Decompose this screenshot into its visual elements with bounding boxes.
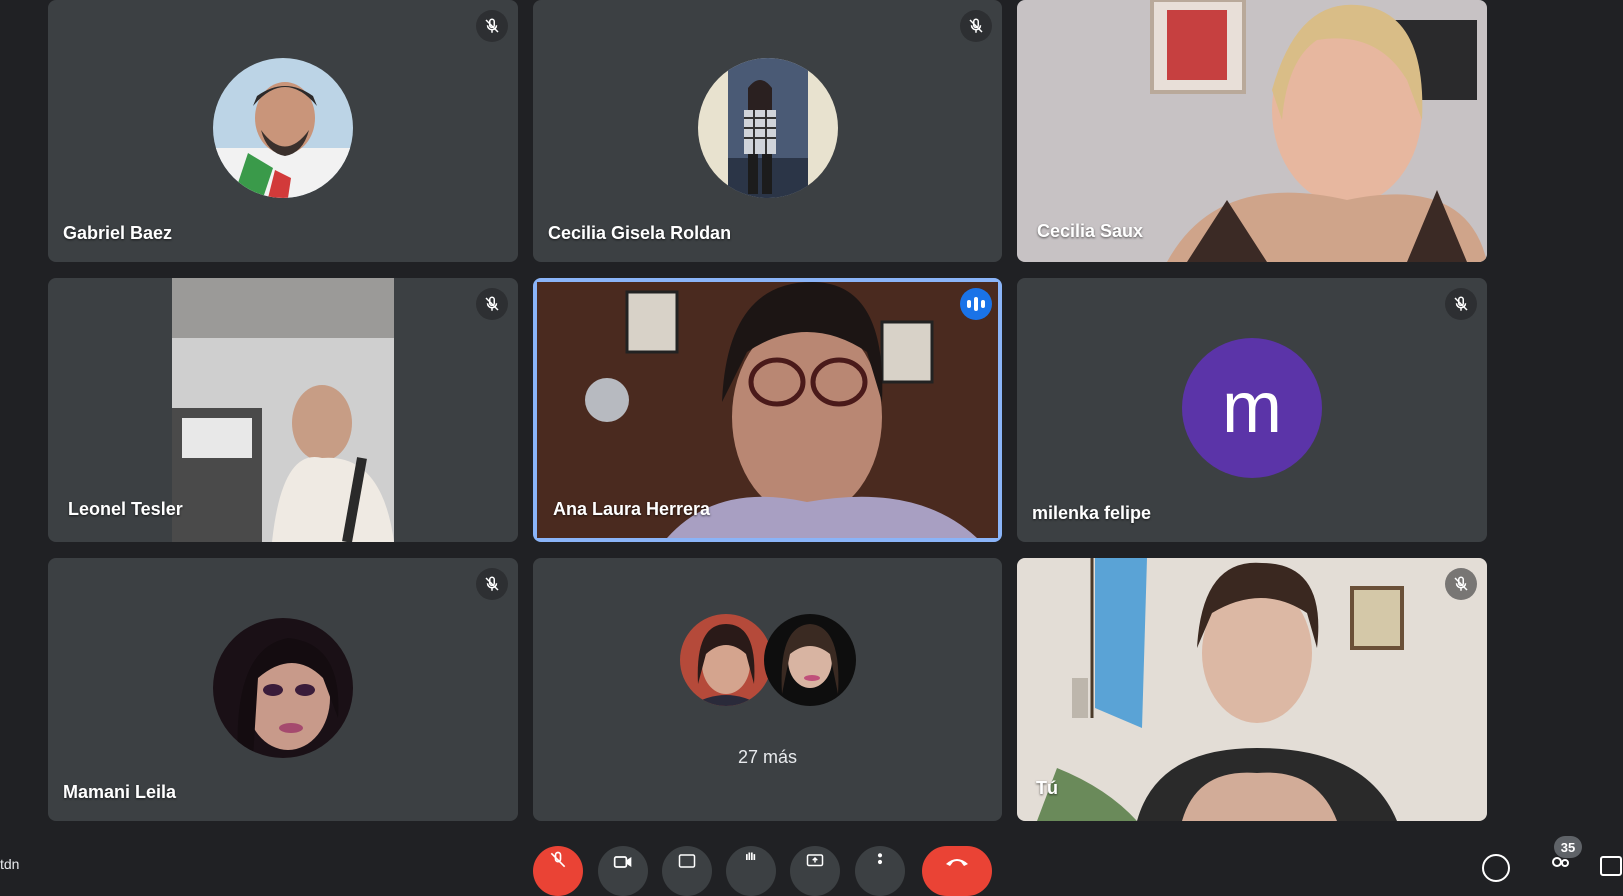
participant-name: Ana Laura Herrera: [553, 499, 711, 519]
mic-off-icon: [1445, 288, 1477, 320]
avatar: m: [1182, 338, 1322, 478]
video-feed: [1017, 558, 1487, 821]
participant-tile-cecilia-saux[interactable]: Cecilia Saux: [1017, 0, 1487, 262]
participant-tile-cecilia-gisela-roldan[interactable]: Cecilia Gisela Roldan: [533, 0, 1002, 262]
chat-icon[interactable]: [1600, 856, 1622, 876]
end-call-button[interactable]: [922, 846, 992, 896]
participant-tile-leonel-tesler[interactable]: Leonel Tesler: [48, 278, 518, 542]
participant-count-badge: 35: [1554, 836, 1582, 858]
camera-toggle-button[interactable]: [598, 846, 648, 896]
participant-name: Tú: [1036, 778, 1058, 798]
participant-tile-milenka-felipe[interactable]: m milenka felipe: [1017, 278, 1487, 542]
mic-off-icon: [1445, 568, 1477, 600]
participant-name: milenka felipe: [1032, 503, 1152, 523]
participant-tile-self[interactable]: Tú: [1017, 558, 1487, 821]
raise-hand-button[interactable]: [726, 846, 776, 896]
present-screen-button[interactable]: [790, 846, 840, 896]
avatar: [697, 58, 838, 198]
participant-tile-gabriel-baez[interactable]: Gabriel Baez: [48, 0, 518, 262]
meeting-code: tdn: [0, 856, 20, 872]
mic-toggle-button[interactable]: [533, 846, 583, 896]
avatar: [213, 618, 353, 758]
mic-off-icon: [476, 10, 508, 42]
avatar: [679, 614, 772, 706]
mic-off-icon: [476, 568, 508, 600]
participant-name: Cecilia Saux: [1037, 221, 1144, 241]
info-icon[interactable]: [1482, 854, 1510, 882]
mic-off-icon: [960, 10, 992, 42]
speaking-indicator-icon: [960, 288, 992, 320]
more-participants-label: 27 más: [737, 747, 798, 767]
participant-name: Gabriel Baez: [63, 223, 173, 243]
video-feed: [172, 278, 394, 542]
captions-button[interactable]: [662, 846, 712, 896]
avatar: [763, 614, 856, 706]
mic-off-icon: [476, 288, 508, 320]
more-participants-tile[interactable]: 27 más: [533, 558, 1002, 821]
participant-tile-ana-laura-herrera[interactable]: Ana Laura Herrera: [533, 278, 1002, 542]
avatar: [213, 58, 353, 198]
more-participants-avatars: [679, 614, 856, 708]
participant-name: Cecilia Gisela Roldan: [548, 223, 732, 243]
more-options-button[interactable]: [855, 846, 905, 896]
participant-name: Leonel Tesler: [68, 499, 183, 519]
participant-tile-mamani-leila[interactable]: Mamani Leila: [48, 558, 518, 821]
participant-name: Mamani Leila: [63, 782, 177, 802]
